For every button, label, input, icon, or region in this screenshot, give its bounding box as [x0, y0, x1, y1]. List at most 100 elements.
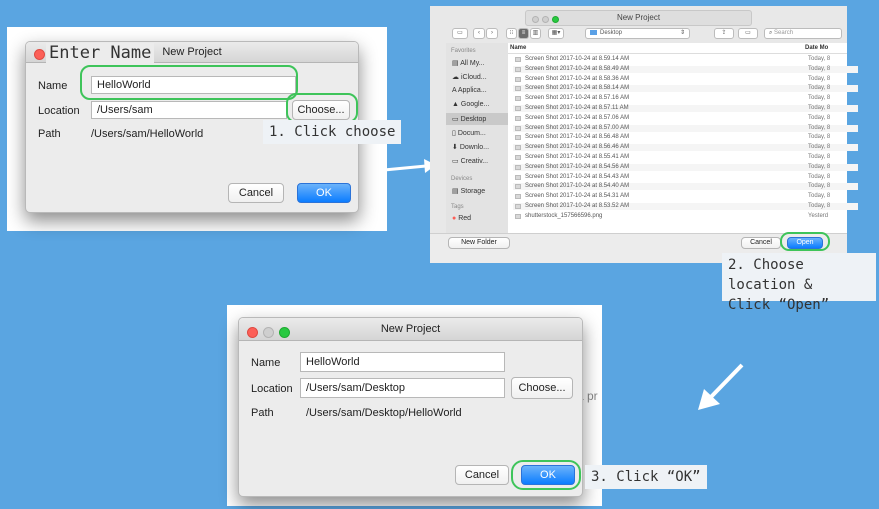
zoom-window-button[interactable] [279, 327, 290, 338]
sidebar-item-all-my-files[interactable]: ▤ All My... [452, 59, 485, 67]
devices-heading: Devices [451, 176, 473, 182]
step3-annotation: 3. Click “OK” [585, 465, 707, 489]
sidebar-item-desktop[interactable]: ▭ Desktop [446, 113, 508, 125]
list-item[interactable]: Screen Shot 2017-10-24 at 8.55.41 AM Toda… [513, 154, 858, 161]
ok-button[interactable]: OK [297, 183, 351, 203]
column-view-icon[interactable]: ▥ [530, 28, 541, 39]
path-value: /Users/sam/Desktop/HelloWorld [306, 407, 462, 419]
name-input[interactable]: HelloWorld [300, 352, 505, 372]
folder-icon [590, 29, 597, 35]
name-label: Name [251, 357, 281, 369]
file-name: shutterstock_157566596.png [525, 212, 603, 219]
sidebar-item-icloud[interactable]: ☁ iCloud... [452, 73, 487, 81]
cancel-button[interactable]: Cancel [741, 237, 781, 249]
list-item[interactable]: Screen Shot 2017-10-24 at 8.54.43 AM Toda… [513, 174, 858, 181]
file-date: Today, 8 [808, 85, 831, 92]
file-name: Screen Shot 2017-10-24 at 8.55.41 AM [525, 154, 630, 160]
location-popup-value: Desktop [600, 30, 623, 36]
list-item[interactable]: Screen Shot 2017-10-24 at 8.56.46 AM Toda… [513, 144, 858, 152]
list-item[interactable]: Screen Shot 2017-10-24 at 8.53.52 AM Toda… [513, 203, 858, 210]
list-item[interactable]: Screen Shot 2017-10-24 at 8.56.48 AM Toda… [513, 134, 858, 141]
column-header-name[interactable]: Name [510, 45, 526, 51]
tag-icon[interactable]: ▭ [738, 28, 758, 39]
share-icon[interactable]: ⇪ [714, 28, 734, 39]
cancel-button[interactable]: Cancel [228, 183, 284, 203]
sidebar-item-creative-cloud[interactable]: ▭ Creativ... [452, 157, 488, 165]
image-file-icon [515, 174, 521, 180]
image-file-icon [515, 204, 521, 209]
sidebar-item-downloads[interactable]: ⬇ Downlo... [452, 143, 489, 151]
step2-open-highlight [780, 232, 830, 251]
location-input[interactable]: /Users/sam [91, 101, 287, 119]
location-input[interactable]: /Users/sam/Desktop [300, 378, 505, 398]
image-file-icon [515, 135, 521, 141]
applications-icon: A [452, 87, 457, 94]
path-label: Path [38, 128, 61, 140]
sidebar-item-label: Docum... [457, 130, 486, 137]
file-name: Screen Shot 2017-10-24 at 8.59.14 AM [525, 56, 630, 62]
list-item[interactable]: Screen Shot 2017-10-24 at 8.58.14 AM Toda… [513, 85, 858, 93]
file-date: Yesterd [808, 212, 829, 219]
file-name: Screen Shot 2017-10-24 at 8.54.43 AM [525, 173, 630, 180]
step1-choose-highlight [286, 93, 358, 123]
file-name: Screen Shot 2017-10-24 at 8.58.14 AM [525, 85, 630, 92]
choose-button[interactable]: Choose... [511, 377, 573, 399]
sidebar-item-google-drive[interactable]: ▲ Google... [452, 101, 489, 108]
folder-icon: ▭ [452, 158, 459, 165]
gallery-view-icon[interactable]: ▦▾ [548, 28, 564, 39]
name-label: Name [38, 80, 68, 92]
favorites-heading: Favorites [451, 48, 476, 54]
file-name: Screen Shot 2017-10-24 at 8.54.56 AM [525, 163, 630, 170]
new-folder-button[interactable]: New Folder [448, 237, 510, 249]
file-date: Today, 8 [808, 114, 831, 121]
list-item[interactable]: Screen Shot 2017-10-24 at 8.57.06 AM Toda… [513, 115, 858, 122]
list-item[interactable]: Screen Shot 2017-10-24 at 8.59.14 AM Toda… [513, 56, 858, 63]
step2-parent-titlebar: New Project [525, 10, 752, 26]
updown-icon: ⇕ [679, 30, 685, 36]
list-item[interactable]: Screen Shot 2017-10-24 at 8.57.00 AM Toda… [513, 124, 858, 132]
sidebar-item-label: Desktop [460, 116, 487, 123]
list-item[interactable]: Screen Shot 2017-10-24 at 8.57.16 AM Toda… [513, 95, 858, 102]
list-item[interactable]: Screen Shot 2017-10-24 at 8.58.36 AM Toda… [513, 76, 858, 83]
image-file-icon [515, 96, 521, 102]
sidebar: Favorites ▤ All My... ☁ iCloud... A Appl… [446, 43, 509, 233]
minimize-window-button[interactable] [263, 327, 274, 338]
image-file-icon [515, 194, 521, 200]
icon-view-icon[interactable]: ⁝⁝ [506, 28, 517, 39]
step1-name-highlight [80, 65, 298, 100]
sidebar-toggle-icon[interactable]: ▭ [452, 28, 468, 39]
list-view-icon[interactable]: ≡ [518, 28, 529, 39]
sidebar-item-label: Red [458, 215, 472, 222]
sidebar-item-tag-red[interactable]: ● Red [452, 215, 471, 222]
list-item[interactable]: Screen Shot 2017-10-24 at 8.57.11 AM Toda… [513, 105, 858, 112]
list-item[interactable]: Screen Shot 2017-10-24 at 8.54.40 AM Toda… [513, 183, 858, 191]
close-window-button[interactable] [247, 327, 258, 338]
back-button[interactable]: ‹ [473, 28, 485, 39]
image-file-icon [515, 125, 521, 131]
tags-heading: Tags [451, 204, 464, 210]
list-item[interactable]: Screen Shot 2017-10-24 at 8.54.56 AM Toda… [513, 163, 858, 171]
list-item[interactable]: Screen Shot 2017-10-24 at 8.54.31 AM Toda… [513, 193, 858, 200]
list-item[interactable]: Screen Shot 2017-10-24 at 8.58.49 AM Toda… [513, 65, 858, 73]
close-window-button[interactable] [34, 49, 45, 60]
file-date: Today, 8 [808, 124, 831, 131]
file-date: Today, 8 [808, 173, 831, 180]
sidebar-item-applications[interactable]: A Applica... [452, 87, 487, 94]
list-item[interactable]: shutterstock_157566596.png Yesterd [513, 213, 858, 220]
location-popup[interactable]: Desktop ⇕ [585, 28, 690, 39]
sidebar-item-storage[interactable]: ▤ Storage [452, 187, 485, 195]
search-input[interactable]: ⌕ Search [764, 28, 842, 39]
close-window-button[interactable] [532, 16, 539, 23]
image-file-icon [515, 86, 521, 92]
image-file-icon [515, 145, 521, 151]
step3-ok-highlight [511, 460, 581, 490]
file-date: Today, 8 [808, 75, 831, 82]
image-file-icon [515, 213, 521, 219]
cancel-button[interactable]: Cancel [455, 465, 509, 485]
zoom-window-button[interactable] [552, 16, 559, 23]
minimize-window-button[interactable] [542, 16, 549, 23]
sidebar-item-documents[interactable]: ▯ Docum... [452, 129, 486, 137]
forward-button[interactable]: › [486, 28, 498, 39]
column-header-date[interactable]: Date Mo [805, 45, 828, 51]
desktop-icon: ▭ [452, 116, 459, 123]
